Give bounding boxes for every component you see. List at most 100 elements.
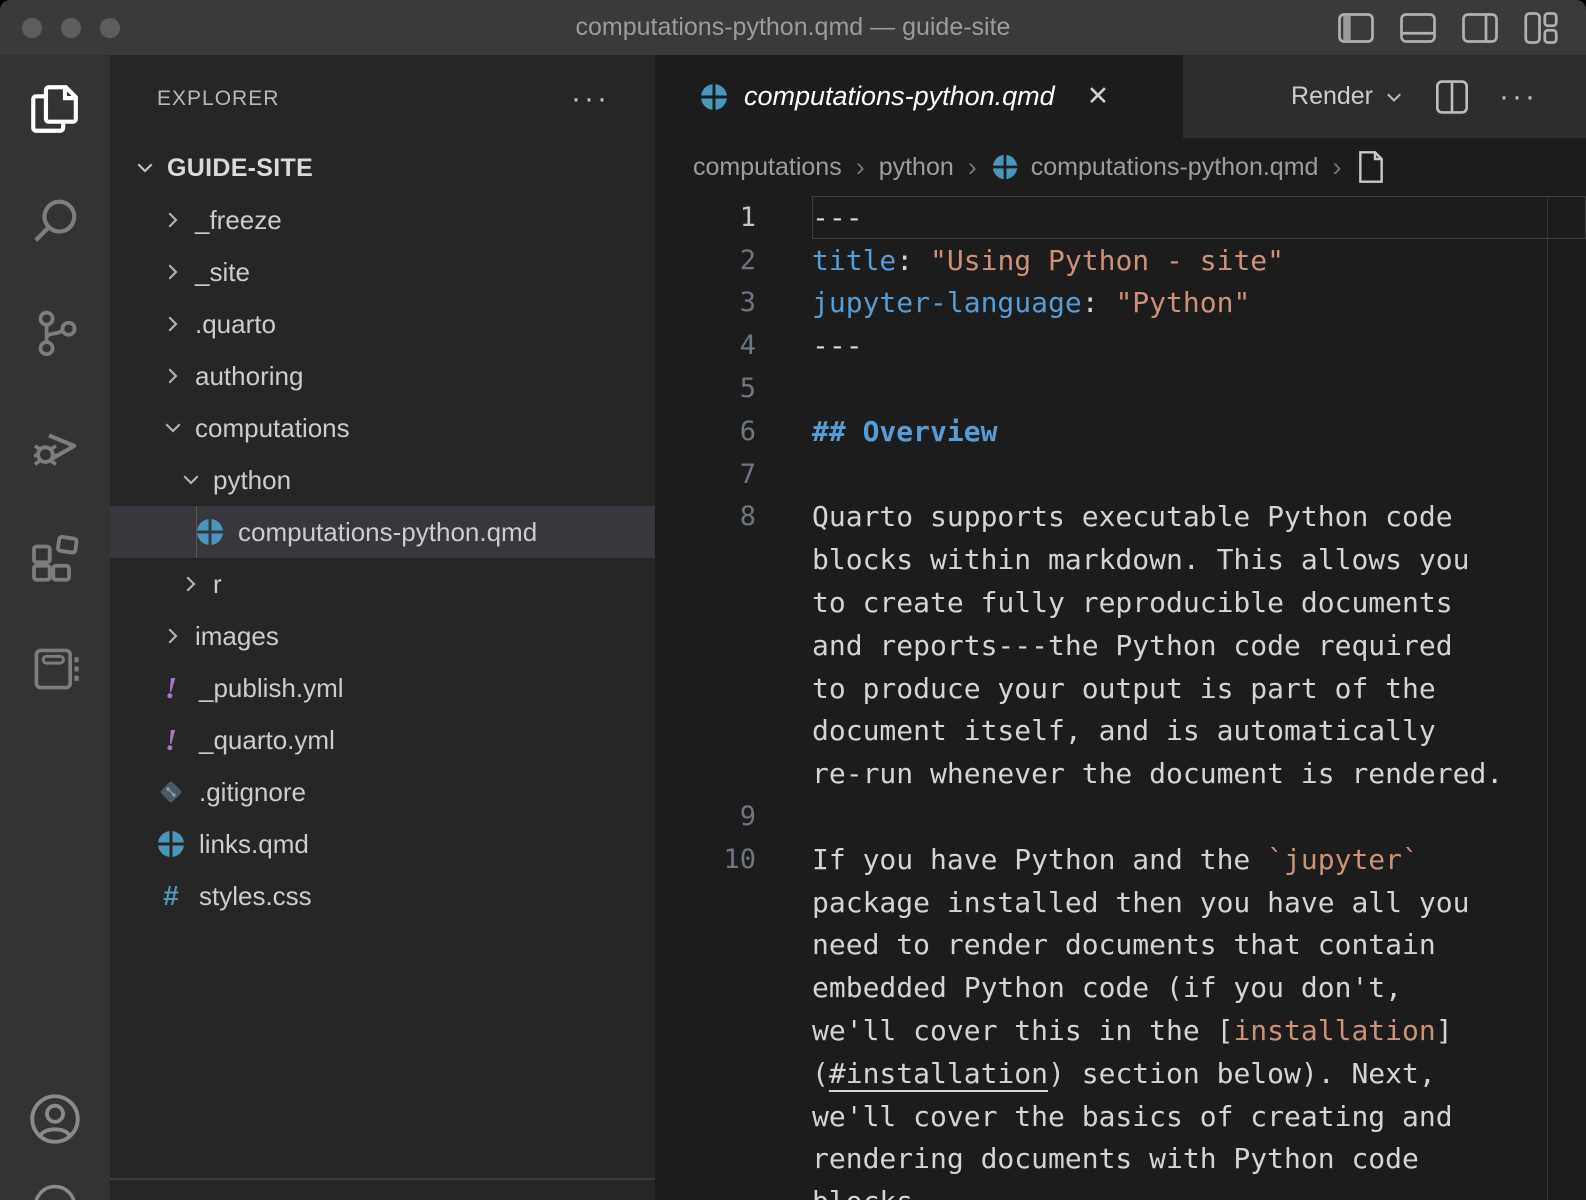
chevron-down-icon <box>160 415 186 441</box>
tree-item-quarto-yml[interactable]: ! _quarto.yml <box>110 714 655 766</box>
tree-item-label: .quarto <box>195 309 276 340</box>
minimize-window-button[interactable] <box>61 18 81 38</box>
activity-explorer[interactable] <box>0 55 110 167</box>
vscode-window: computations-python.qmd — guide-site <box>0 0 1586 1200</box>
extensions-icon <box>27 529 83 590</box>
tree-item-styles-css[interactable]: # styles.css <box>110 870 655 922</box>
render-label: Render <box>1291 82 1373 111</box>
chevron-right-icon <box>160 259 186 285</box>
split-editor-button[interactable] <box>1435 79 1469 115</box>
customize-layout-icon[interactable] <box>1524 12 1558 44</box>
code-line[interactable]: 4--- <box>655 324 1586 367</box>
code-line[interactable]: 2title: "Using Python - site" <box>655 239 1586 282</box>
activity-settings[interactable] <box>0 1176 110 1200</box>
toggle-secondary-sidebar-icon[interactable] <box>1462 13 1498 43</box>
code-line[interactable]: re-run whenever the document is rendered… <box>655 752 1586 795</box>
tree-item-label: authoring <box>195 361 303 392</box>
chevron-right-icon <box>160 623 186 649</box>
explorer-title: EXPLORER <box>157 87 279 111</box>
tree-item-links-qmd[interactable]: links.qmd <box>110 818 655 870</box>
activity-notebook[interactable] <box>0 615 110 727</box>
close-window-button[interactable] <box>22 18 42 38</box>
chevron-right-icon <box>160 311 186 337</box>
explorer-sidebar: EXPLORER ··· GUIDE-SITE _freeze _site .q… <box>110 55 655 1200</box>
code-line[interactable]: blocks within markdown. This allows you <box>655 538 1586 581</box>
tree-item-authoring[interactable]: authoring <box>110 350 655 402</box>
tree-root-guide-site[interactable]: GUIDE-SITE <box>110 142 655 194</box>
code-line[interactable]: and reports---the Python code required <box>655 624 1586 667</box>
breadcrumb-file[interactable]: computations-python.qmd <box>1031 153 1319 182</box>
code-line[interactable]: rendering documents with Python code <box>655 1138 1586 1181</box>
tree-item-gitignore[interactable]: .gitignore <box>110 766 655 818</box>
code-line[interactable]: we'll cover the basics of creating and <box>655 1095 1586 1138</box>
code-line[interactable]: to create fully reproducible documents <box>655 581 1586 624</box>
render-button[interactable]: Render <box>1291 82 1405 111</box>
activity-extensions[interactable] <box>0 503 110 615</box>
tree-item-images[interactable]: images <box>110 610 655 662</box>
code-line[interactable]: need to render documents that contain <box>655 924 1586 967</box>
close-tab-icon[interactable]: ✕ <box>1087 81 1110 112</box>
breadcrumb-folder[interactable]: computations <box>693 153 842 182</box>
activity-accounts[interactable] <box>0 1066 110 1176</box>
code-line[interactable]: 1--- <box>655 196 1586 239</box>
tree-item-python[interactable]: python <box>110 454 655 506</box>
breadcrumb-folder[interactable]: python <box>879 153 954 182</box>
toggle-panel-icon[interactable] <box>1400 13 1436 43</box>
code-line[interactable]: blocks <box>655 1180 1586 1200</box>
code-lines: 1---2title: "Using Python - site"3jupyte… <box>655 196 1586 1200</box>
tree-item-r[interactable]: r <box>110 558 655 610</box>
tree-item-quarto-dir[interactable]: .quarto <box>110 298 655 350</box>
tree-item-label: _freeze <box>195 205 282 236</box>
tree-item-label: _quarto.yml <box>199 725 335 756</box>
code-line[interactable]: 5 <box>655 367 1586 410</box>
editor-more-actions[interactable]: ··· <box>1499 80 1538 114</box>
tree-item-site[interactable]: _site <box>110 246 655 298</box>
code-line[interactable]: 8Quarto supports executable Python code <box>655 496 1586 539</box>
chevron-down-icon <box>1383 86 1405 108</box>
tab-label: computations-python.qmd <box>744 81 1055 112</box>
run-debug-icon <box>27 417 83 478</box>
code-line[interactable]: package installed then you have all you <box>655 881 1586 924</box>
toggle-primary-sidebar-icon[interactable] <box>1338 13 1374 43</box>
css-file-icon: # <box>156 881 186 911</box>
activity-bar <box>0 55 110 1200</box>
tab-bar: computations-python.qmd ✕ Render ··· <box>655 55 1586 138</box>
code-line[interactable]: 7 <box>655 453 1586 496</box>
tree-root-label: GUIDE-SITE <box>167 154 313 183</box>
tree-item-freeze[interactable]: _freeze <box>110 194 655 246</box>
code-line[interactable]: 3jupyter-language: "Python" <box>655 282 1586 325</box>
activity-source-control[interactable] <box>0 279 110 391</box>
code-editor[interactable]: 1---2title: "Using Python - site"3jupyte… <box>655 196 1586 1200</box>
chevron-right-icon <box>160 207 186 233</box>
code-line[interactable]: embedded Python code (if you don't, <box>655 966 1586 1009</box>
tree-item-label: computations-python.qmd <box>238 517 537 548</box>
code-line[interactable]: document itself, and is automatically <box>655 710 1586 753</box>
breadcrumb-separator: › <box>1330 152 1343 183</box>
tree-item-label: _site <box>195 257 250 288</box>
tree-item-label: _publish.yml <box>199 673 344 704</box>
tab-computations-python-qmd[interactable]: computations-python.qmd ✕ <box>655 55 1183 138</box>
activity-search[interactable] <box>0 167 110 279</box>
code-line[interactable]: to produce your output is part of the <box>655 667 1586 710</box>
tree-item-publish-yml[interactable]: ! _publish.yml <box>110 662 655 714</box>
gear-icon <box>29 1176 81 1200</box>
tree-item-computations-python-qmd[interactable]: computations-python.qmd <box>110 506 655 558</box>
zoom-window-button[interactable] <box>100 18 120 38</box>
outline-section[interactable]: OUTLINE <box>110 1178 655 1200</box>
yaml-file-icon: ! <box>156 725 186 755</box>
account-icon <box>27 1091 83 1152</box>
code-line[interactable]: 6## Overview <box>655 410 1586 453</box>
quarto-file-icon <box>156 829 186 859</box>
code-line[interactable]: we'll cover this in the [installation] <box>655 1009 1586 1052</box>
code-line[interactable]: 9 <box>655 795 1586 838</box>
tree-item-label: computations <box>195 413 350 444</box>
tree-item-computations[interactable]: computations <box>110 402 655 454</box>
window-controls <box>0 18 120 38</box>
quarto-file-icon <box>991 153 1019 181</box>
yaml-file-icon: ! <box>156 673 186 703</box>
code-line[interactable]: 10If you have Python and the `jupyter` <box>655 838 1586 881</box>
chevron-down-icon <box>132 155 158 181</box>
activity-run-debug[interactable] <box>0 391 110 503</box>
tree-item-label: python <box>213 465 291 496</box>
code-line[interactable]: (#installation) section below). Next, <box>655 1052 1586 1095</box>
